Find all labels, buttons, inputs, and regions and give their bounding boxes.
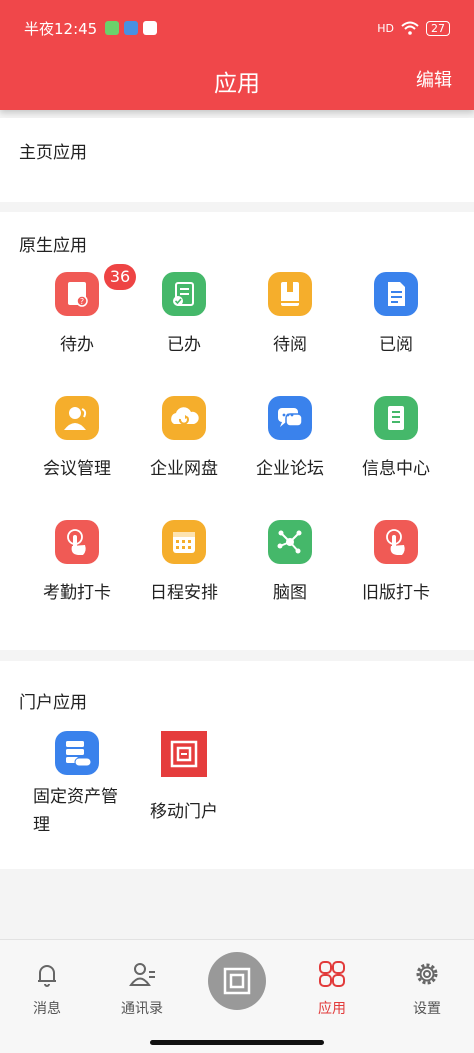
app-label: 待阅 [273, 335, 307, 355]
signal-icon: HD [377, 21, 394, 35]
app-header: 半夜12:45 HD 27 应用 编辑 [0, 0, 474, 110]
wifi-icon [401, 21, 419, 35]
bottom-tab-bar: 消息 通讯录 应用 设置 [0, 939, 474, 1053]
app-label: 待办 [60, 335, 94, 355]
section-title-home: 主页应用 [19, 143, 87, 163]
app-label: 日程安排 [150, 583, 218, 603]
tab-label: 设置 [413, 1001, 441, 1017]
app-status-icon [124, 21, 139, 35]
todo-count-badge: 36 [104, 264, 136, 290]
app-label: 已阅 [379, 335, 413, 355]
tab-settings[interactable]: 设置 [387, 960, 467, 1018]
app-label: 固定资产管理 [33, 787, 118, 835]
app-label: 旧版打卡 [362, 583, 430, 603]
portal-logo-icon [161, 731, 207, 777]
tab-label: 应用 [318, 1001, 346, 1017]
tab-messages[interactable]: 消息 [7, 960, 87, 1018]
doc-check-icon [162, 272, 206, 316]
app-forum[interactable]: 企业论坛 [240, 396, 340, 479]
app-fixed-assets[interactable]: 固定资产管理 [27, 731, 127, 839]
center-logo-icon [223, 967, 251, 995]
app-done[interactable]: 已办 [134, 272, 234, 355]
battery-indicator: 27 [426, 20, 450, 36]
bell-icon [38, 965, 56, 987]
app-mindmap[interactable]: 脑图 [240, 520, 340, 603]
page-title: 应用 [214, 71, 260, 97]
touch-finger-icon [55, 520, 99, 564]
app-to-read[interactable]: 待阅 [240, 272, 340, 355]
apps-grid-icon [319, 961, 345, 987]
calendar-icon [162, 520, 206, 564]
cloud-icon [162, 396, 206, 440]
app-old-attendance[interactable]: 旧版打卡 [346, 520, 446, 603]
portal-apps-section: 门户应用 固定资产管理 移动门户 [0, 661, 474, 869]
app-label: 已办 [167, 335, 201, 355]
status-time: 半夜12:45 [24, 19, 98, 38]
chat-bubble-icon [268, 396, 312, 440]
app-label: 考勤打卡 [43, 583, 111, 603]
meeting-person-icon [55, 396, 99, 440]
section-title-native: 原生应用 [19, 236, 87, 256]
contacts-icon [129, 963, 155, 986]
app-read[interactable]: 已阅 [346, 272, 446, 355]
app-label: 移动门户 [150, 802, 218, 822]
app-attendance[interactable]: 考勤打卡 [27, 520, 127, 603]
download-status-icon [105, 21, 120, 35]
tab-center-home[interactable] [208, 952, 266, 1010]
gear-icon [416, 963, 438, 985]
tab-label: 通讯录 [121, 1001, 163, 1017]
book-icon [268, 272, 312, 316]
app-meeting[interactable]: 会议管理 [27, 396, 127, 479]
app-todo[interactable]: ? 36 待办 [27, 264, 136, 355]
home-indicator [150, 1040, 324, 1045]
native-apps-section: 原生应用 ? 36 待办 已办 待阅 已阅 会议管理 企业网盘 企业论坛 信息中… [0, 212, 474, 650]
app-label: 企业网盘 [150, 459, 218, 479]
mindmap-icon [268, 520, 312, 564]
app-label: 脑图 [273, 583, 307, 603]
tab-apps[interactable]: 应用 [292, 960, 372, 1018]
svg-text:?: ? [80, 297, 84, 306]
app-label: 企业论坛 [256, 459, 324, 479]
app-schedule[interactable]: 日程安排 [134, 520, 234, 603]
app-mobile-portal[interactable]: 移动门户 [134, 731, 234, 822]
tab-contacts[interactable]: 通讯录 [102, 960, 182, 1018]
edit-button[interactable]: 编辑 [416, 66, 452, 92]
app-label: 信息中心 [362, 459, 430, 479]
app-label: 会议管理 [43, 459, 111, 479]
app-cloud-drive[interactable]: 企业网盘 [134, 396, 234, 479]
saas-server-icon [55, 731, 99, 775]
app-info-center[interactable]: 信息中心 [346, 396, 446, 479]
notebook-icon [374, 396, 418, 440]
section-title-portal: 门户应用 [19, 693, 87, 713]
tab-label: 消息 [33, 1001, 61, 1017]
shield-status-icon [143, 21, 158, 35]
touch-finger-icon [374, 520, 418, 564]
home-apps-section: 主页应用 [0, 118, 474, 202]
document-icon [374, 272, 418, 316]
doc-question-icon: ? [55, 272, 99, 316]
status-bar: 半夜12:45 HD 27 [24, 16, 450, 40]
status-right: HD 27 [377, 20, 450, 36]
